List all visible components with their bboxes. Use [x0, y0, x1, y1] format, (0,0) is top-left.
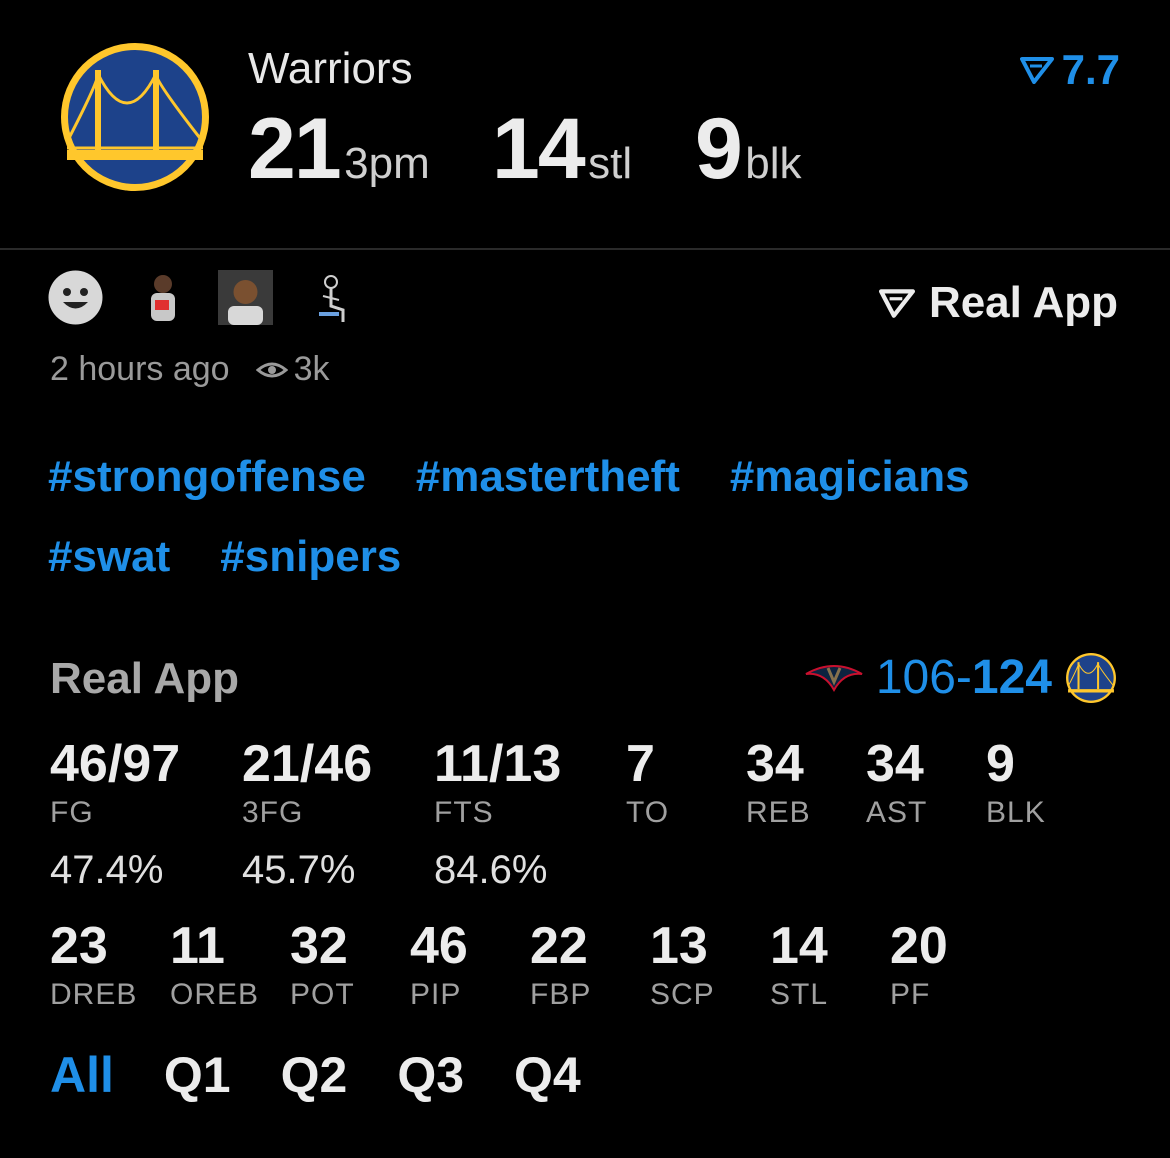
- stat-label: AST: [866, 796, 928, 829]
- stat-to: 7 TO: [626, 734, 669, 830]
- smiley-reaction-icon[interactable]: [48, 270, 103, 325]
- stat-value: 11/13: [434, 735, 562, 793]
- tab-q4[interactable]: Q4: [514, 1046, 581, 1104]
- user-avatar-2[interactable]: [218, 270, 273, 325]
- stat-value: 11: [170, 917, 225, 975]
- stat-scp: 13 SCP: [650, 916, 715, 1012]
- score-separator: -: [955, 651, 972, 704]
- stat-value: 23: [50, 917, 108, 975]
- boxscore-title: Real App: [50, 654, 240, 703]
- stat-value: 32: [290, 917, 348, 975]
- stat-fg: 46/97 FG: [50, 734, 180, 830]
- stat-label: PIP: [410, 978, 462, 1011]
- stat-pip: 46 PIP: [410, 916, 468, 1012]
- stat-blk-unit: blk: [745, 139, 802, 188]
- game-score[interactable]: 106-124: [804, 650, 1118, 705]
- stat-value: 46/97: [50, 735, 181, 793]
- header-stat-stl: 14 stl: [492, 100, 632, 199]
- stat-label: 3FG: [242, 796, 304, 829]
- reaction-avatars[interactable]: [48, 270, 358, 325]
- stat-3fg: 21/46 3FG: [242, 734, 372, 830]
- stat-value: 34: [866, 735, 924, 793]
- stat-3pm-unit: 3pm: [344, 139, 430, 188]
- user-avatar-1[interactable]: [133, 270, 188, 325]
- stat-stl-unit: stl: [588, 139, 633, 188]
- stat-value: 14: [770, 917, 828, 975]
- stat-fts: 11/13 FTS: [434, 734, 561, 830]
- fts-percentage: 84.6%: [434, 848, 548, 892]
- stat-reb: 34 REB: [746, 734, 811, 830]
- pelicans-logo-icon: [805, 664, 863, 692]
- hashtag-list: #strongoffense #mastertheft #magicians #…: [48, 452, 1128, 582]
- stat-oreb: 11 OREB: [170, 916, 259, 1012]
- score-home: 124: [971, 651, 1052, 704]
- stat-ast: 34 AST: [866, 734, 927, 830]
- stat-stl-value: 14: [492, 101, 586, 197]
- stat-pot: 32 POT: [290, 916, 355, 1012]
- stat-fbp: 22 FBP: [530, 916, 591, 1012]
- stat-label: OREB: [170, 978, 260, 1011]
- real-app-logo-icon: [878, 289, 915, 318]
- stat-dreb: 23 DREB: [50, 916, 137, 1012]
- hashtag[interactable]: #mastertheft: [416, 452, 680, 502]
- post-source-label: Real App: [928, 278, 1118, 327]
- stat-label: SCP: [650, 978, 715, 1011]
- fg-percentage: 47.4%: [50, 848, 164, 892]
- header-divider: [0, 248, 1170, 250]
- post-time: 2 hours ago: [50, 350, 230, 388]
- stat-value: 34: [746, 735, 804, 793]
- tab-q1[interactable]: Q1: [164, 1046, 231, 1104]
- stat-value: 7: [626, 735, 655, 793]
- tab-q3[interactable]: Q3: [397, 1046, 464, 1104]
- stat-label: PF: [890, 978, 931, 1011]
- stat-value: 20: [890, 917, 948, 975]
- stat-label: FTS: [434, 796, 494, 829]
- quarter-tabs: All Q1 Q2 Q3 Q4: [50, 1046, 581, 1104]
- stat-label: POT: [290, 978, 355, 1011]
- rating-value: 7.7: [1061, 46, 1120, 93]
- user-avatar-3[interactable]: [303, 270, 358, 325]
- rating-badge[interactable]: 7.7: [1019, 46, 1120, 94]
- stat-label: STL: [770, 978, 829, 1011]
- warriors-logo[interactable]: [55, 42, 215, 192]
- stat-blk-value: 9: [695, 101, 743, 197]
- stat-label: BLK: [986, 796, 1046, 829]
- hashtag[interactable]: #swat: [48, 532, 170, 582]
- stat-value: 46: [410, 917, 468, 975]
- stat-label: FG: [50, 796, 94, 829]
- stat-pf: 20 PF: [890, 916, 948, 1012]
- stat-value: 13: [650, 917, 708, 975]
- stat-label: FBP: [530, 978, 592, 1011]
- stat-value: 9: [986, 735, 1015, 793]
- stat-label: REB: [746, 796, 811, 829]
- tab-q2[interactable]: Q2: [281, 1046, 348, 1104]
- stat-stl: 14 STL: [770, 916, 828, 1012]
- views-count: 3k: [255, 350, 330, 389]
- score-away: 106: [875, 651, 956, 704]
- hashtag[interactable]: #strongoffense: [48, 452, 366, 502]
- warriors-logo-icon: [1066, 652, 1116, 703]
- team-name: Warriors: [248, 44, 413, 93]
- hashtag[interactable]: #snipers: [220, 532, 401, 582]
- stat-value: 21/46: [242, 735, 373, 793]
- eye-icon: [255, 362, 288, 377]
- stat-blk: 9 BLK: [986, 734, 1046, 830]
- stat-label: TO: [626, 796, 670, 829]
- header-stat-blk: 9 blk: [695, 100, 802, 199]
- stat-value: 22: [530, 917, 588, 975]
- post-meta: 2 hours ago 3k: [50, 350, 330, 389]
- stat-label: DREB: [50, 978, 138, 1011]
- stat-3pm-value: 21: [248, 101, 342, 197]
- 3fg-percentage: 45.7%: [242, 848, 356, 892]
- header-stat-3pm: 21 3pm: [248, 100, 430, 199]
- hashtag[interactable]: #magicians: [730, 452, 970, 502]
- real-app-logo-icon: [1019, 57, 1054, 84]
- views-value: 3k: [293, 350, 330, 388]
- post-source[interactable]: Real App: [878, 278, 1118, 328]
- tab-all[interactable]: All: [50, 1046, 114, 1104]
